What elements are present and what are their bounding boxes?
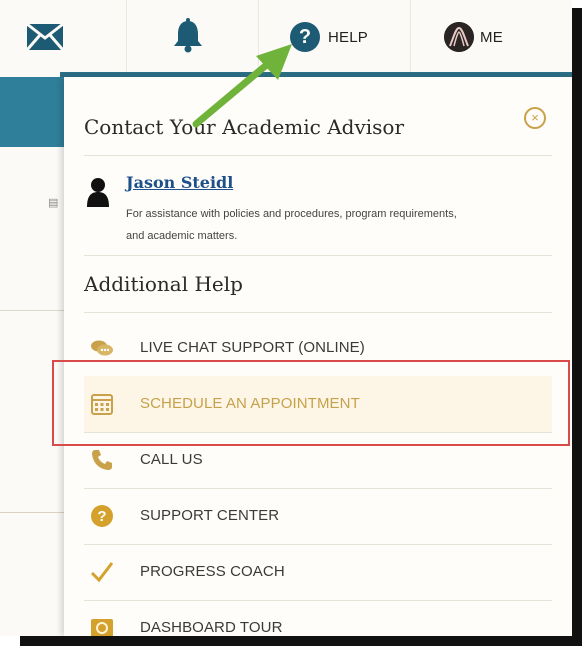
app-window: ? HELP ME ▤ Contact Your Academic Adviso… xyxy=(0,0,572,636)
screenshot-shadow xyxy=(20,636,582,646)
green-arrow-annotation xyxy=(192,44,292,128)
screenshot-shadow xyxy=(572,8,582,644)
